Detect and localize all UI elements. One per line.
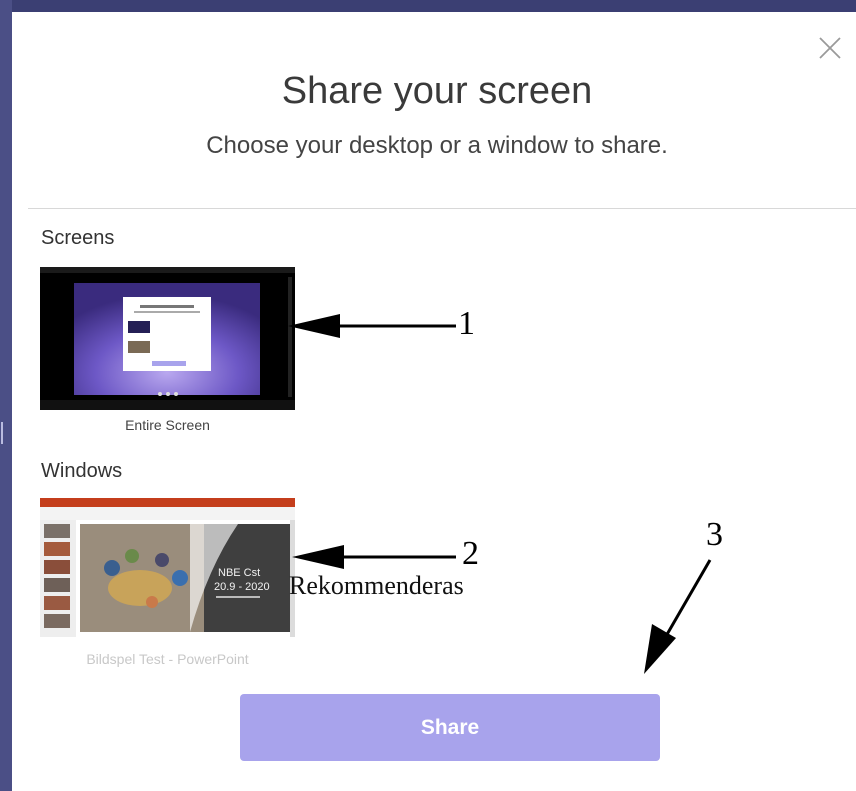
slide-text-line2: 20.9 - 2020 xyxy=(214,581,270,593)
screens-section-label: Screens xyxy=(41,227,115,249)
entire-screen-caption: Entire Screen xyxy=(125,417,210,433)
windows-section-label: Windows xyxy=(41,460,123,482)
powerpoint-window-preview: NBE Cst 20.9 - 2020 xyxy=(40,498,295,637)
share-screen-dialog: Share your screen Choose your desktop or… xyxy=(12,12,856,791)
entire-screen-thumbnail[interactable] xyxy=(40,267,295,410)
background-glyph xyxy=(1,422,3,444)
share-button[interactable]: Share xyxy=(240,694,660,761)
header-divider xyxy=(28,208,856,209)
dialog-title: Share your screen xyxy=(281,70,593,112)
entire-screen-preview xyxy=(40,267,295,410)
app-background-left xyxy=(0,0,12,791)
app-background-top xyxy=(0,0,856,12)
close-icon xyxy=(819,37,841,59)
powerpoint-window-caption: Bildspel Test - PowerPoint xyxy=(86,651,249,667)
annotation-number-3: 3 xyxy=(706,516,723,553)
dialog-subtitle: Choose your desktop or a window to share… xyxy=(206,132,668,159)
annotation-number-1: 1 xyxy=(458,305,475,342)
annotation-number-2: 2 xyxy=(462,535,479,572)
powerpoint-window-thumbnail[interactable]: NBE Cst 20.9 - 2020 xyxy=(40,498,295,637)
slide-text-line1: NBE Cst xyxy=(218,567,260,579)
recommended-label: Rekommenderas xyxy=(289,571,464,600)
close-button[interactable] xyxy=(816,34,844,62)
